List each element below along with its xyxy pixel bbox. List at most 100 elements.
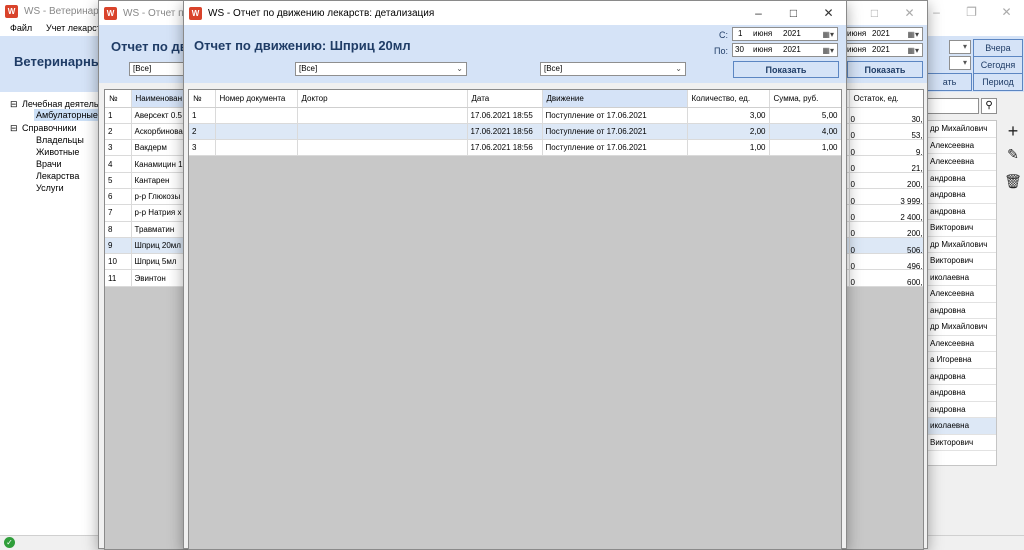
date-to-label: По: <box>714 46 728 56</box>
list-item[interactable]: Алексеевна <box>928 286 996 303</box>
cell-rest: 0 3 999,00 <box>849 188 923 206</box>
table-row[interactable]: 3 17.06.2021 18:56 Поступление от 17.06.20… <box>189 139 841 157</box>
cell-movement: Поступление от 17.06.2021 <box>542 123 688 141</box>
close-icon[interactable]: ✕ <box>892 1 927 25</box>
report-window-title: WS - Отчет по <box>123 7 190 19</box>
list-item[interactable]: др Михайлович <box>928 237 996 253</box>
cell-rest-prefix: 0 <box>850 164 855 173</box>
calendar-icon[interactable]: ▦▾ <box>822 29 834 41</box>
maximize-icon[interactable]: □ <box>776 1 811 25</box>
cell-date: 17.06.2021 18:56 <box>467 139 543 157</box>
main-filter-combo-2[interactable]: ▾ <box>949 56 971 70</box>
col-number[interactable]: № <box>105 90 132 108</box>
tree-toggle-icon[interactable]: ⊟ <box>10 98 18 110</box>
tree-item-services[interactable]: Услуги <box>36 182 64 194</box>
tree-item-drugs[interactable]: Лекарства <box>36 170 79 182</box>
show-button[interactable]: Показать <box>733 61 839 78</box>
menu-drug-accounting[interactable]: Учет лекарств <box>46 23 106 33</box>
col-name[interactable]: Наименован <box>131 90 184 108</box>
col-quantity[interactable]: Количество, ед. <box>687 90 770 108</box>
col-number[interactable]: № <box>189 90 216 108</box>
detail-titlebar: W WS - Отчет по движению лекарств: детал… <box>184 1 846 25</box>
minimize-icon[interactable]: – <box>741 1 776 25</box>
partial-button[interactable]: ать <box>927 73 972 91</box>
cell-rest-prefix: 0 <box>850 278 855 287</box>
list-item[interactable]: Викторович <box>928 220 996 237</box>
list-item[interactable]: а Игоревна <box>928 352 996 369</box>
detail-window: W WS - Отчет по движению лекарств: детал… <box>183 0 847 550</box>
list-item[interactable]: андровна <box>928 171 996 187</box>
col-sum[interactable]: Сумма, руб. <box>769 90 841 108</box>
tree-item-owners[interactable]: Владельцы <box>36 134 84 146</box>
cell-rest-value: 200,00 <box>907 229 923 238</box>
calendar-icon[interactable]: ▦▾ <box>907 29 919 41</box>
col-rest[interactable]: Остаток, ед. <box>849 90 923 108</box>
tree-item-animals[interactable]: Животные <box>36 146 79 158</box>
plus-icon[interactable]: + <box>1004 121 1022 142</box>
cell-number: 3 <box>189 139 216 157</box>
list-item[interactable]: Алексеевна <box>928 138 996 154</box>
doctor-filter-combo[interactable]: [Все] ⌄ <box>295 62 467 76</box>
cell-movement: Поступление от 17.06.2021 <box>542 139 688 157</box>
cell-number: 6 <box>105 188 132 206</box>
col-movement[interactable]: Движение <box>542 90 688 108</box>
mid-date-to-year: 2021 <box>872 45 890 54</box>
yesterday-button[interactable]: Вчера <box>973 39 1023 57</box>
date-from-picker[interactable]: 1 июня 2021 ▦▾ <box>732 27 838 41</box>
cell-name: Шприц 5мл <box>131 253 184 271</box>
calendar-icon[interactable]: ▦▾ <box>822 45 834 57</box>
list-item[interactable]: Викторович <box>928 253 996 270</box>
mid-show-button[interactable]: Показать <box>847 61 923 78</box>
calendar-icon[interactable]: ▦▾ <box>907 45 919 57</box>
mid-date-to[interactable]: июня 2021 ▦▾ <box>845 43 923 57</box>
col-date[interactable]: Дата <box>467 90 543 108</box>
pencil-icon[interactable]: ✎ <box>1004 146 1022 163</box>
main-search-input[interactable] <box>927 98 979 114</box>
trash-icon[interactable]: 🗑 <box>1004 173 1022 190</box>
mid-date-from[interactable]: июня 2021 ▦▾ <box>845 27 923 41</box>
table-row[interactable]: 1 17.06.2021 18:55 Поступление от 17.06.20… <box>189 107 841 124</box>
list-item[interactable]: др Михайлович <box>928 121 996 138</box>
chevron-down-icon: ⌄ <box>456 64 463 73</box>
tree-toggle-icon[interactable]: ⊟ <box>10 122 18 134</box>
col-doctor[interactable]: Доктор <box>297 90 468 108</box>
close-icon[interactable]: ✕ <box>989 0 1024 24</box>
restore-icon[interactable]: ❐ <box>954 0 989 24</box>
list-item[interactable]: иколаевна <box>928 270 996 286</box>
cell-sum: 4,00 <box>769 123 841 141</box>
cell-rest-value: 200,00 <box>907 180 923 189</box>
movement-filter-combo[interactable]: [Все] ⌄ <box>540 62 686 76</box>
date-to-picker[interactable]: 30 июня 2021 ▦▾ <box>732 43 838 57</box>
date-from-day: 1 <box>738 29 743 38</box>
cell-number: 2 <box>189 123 216 141</box>
list-item[interactable]: андровна <box>928 303 996 319</box>
close-icon[interactable]: ✕ <box>811 1 846 25</box>
table-row[interactable]: 2 17.06.2021 18:56 Поступление от 17.06.20… <box>189 123 841 141</box>
list-item[interactable]: иколаевна <box>928 418 996 435</box>
tree-item-outpatient[interactable]: Амбулаторные <box>34 109 100 121</box>
period-button[interactable]: Период <box>973 73 1023 91</box>
list-item[interactable]: андровна <box>928 385 996 402</box>
cell-date: 17.06.2021 18:56 <box>467 123 543 141</box>
list-item[interactable]: андровна <box>928 187 996 204</box>
list-item[interactable]: др Михайлович <box>928 319 996 336</box>
col-document-number[interactable]: Номер документа <box>215 90 298 108</box>
today-button[interactable]: Сегодня <box>973 56 1023 74</box>
list-item[interactable]: андровна <box>928 369 996 385</box>
tree-item-references[interactable]: Справочники <box>22 122 77 134</box>
list-item[interactable]: андровна <box>928 402 996 418</box>
list-item[interactable]: Алексеевна <box>928 336 996 352</box>
list-item[interactable]: Алексеевна <box>928 154 996 171</box>
list-item[interactable]: андровна <box>928 204 996 220</box>
menu-file[interactable]: Файл <box>10 23 32 33</box>
main-filter-combo-1[interactable]: ▾ <box>949 40 971 54</box>
cell-rest-prefix: 0 <box>850 196 855 205</box>
report-filter-combo[interactable]: [Все] <box>129 62 185 76</box>
main-header-title: Ветеринарны <box>14 54 102 69</box>
cell-rest-value: 9,00 <box>915 147 923 156</box>
search-icon[interactable]: ⚲ <box>981 98 997 114</box>
cell-rest-value: 506,00 <box>907 245 923 254</box>
maximize-icon[interactable]: □ <box>857 1 892 25</box>
list-item[interactable]: Викторович <box>928 435 996 451</box>
tree-item-doctors[interactable]: Врачи <box>36 158 62 170</box>
